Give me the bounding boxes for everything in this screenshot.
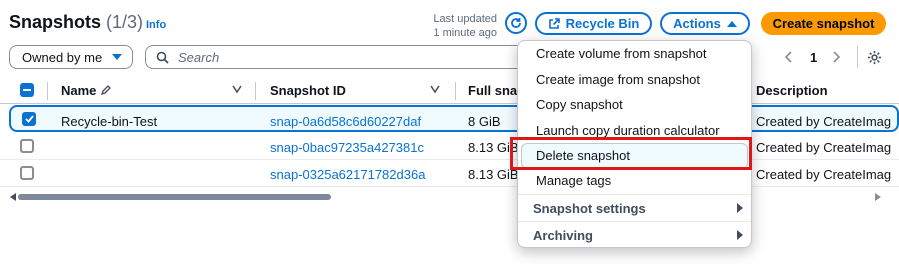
- external-link-icon: [548, 17, 560, 29]
- last-updated: Last updated 1 minute ago: [420, 12, 497, 40]
- minus-icon: [23, 89, 31, 91]
- recycle-bin-button[interactable]: Recycle Bin: [535, 12, 652, 35]
- pager-divider: [857, 46, 858, 68]
- scroll-left-arrow-icon[interactable]: [10, 193, 17, 201]
- row-snapshot-id[interactable]: snap-0325a62171782d36a: [270, 167, 425, 182]
- menu-group-snapshot-settings[interactable]: Snapshot settings: [533, 201, 646, 216]
- page-title: Snapshots (1/3): [9, 12, 143, 33]
- create-snapshot-button[interactable]: Create snapshot: [761, 12, 886, 35]
- search-icon: [156, 51, 169, 64]
- caret-right-icon: [737, 230, 743, 240]
- edit-icon: [101, 85, 111, 96]
- row-checkbox[interactable]: [22, 112, 36, 126]
- row-description: Created by CreateImag: [756, 140, 892, 155]
- caret-down-icon: [112, 54, 122, 60]
- page-title-text: Snapshots: [9, 12, 102, 32]
- row-snapshot-id[interactable]: snap-0a6d58c6d60227daf: [270, 114, 421, 129]
- menu-divider: [518, 194, 751, 195]
- last-updated-value: 1 minute ago: [433, 27, 497, 39]
- info-link[interactable]: Info: [146, 19, 166, 31]
- row-checkbox[interactable]: [20, 139, 34, 153]
- row-full-size: 8 GiB: [468, 114, 501, 129]
- selection-count: (1/3): [106, 12, 144, 32]
- actions-label: Actions: [673, 16, 721, 31]
- table-header: Name Snapshot ID Full snap Description: [0, 77, 899, 104]
- gear-icon[interactable]: [867, 50, 882, 65]
- sort-caret-icon[interactable]: [430, 85, 440, 93]
- search-placeholder: Search: [178, 49, 220, 65]
- column-divider: [47, 82, 48, 100]
- menu-item-manage-tags[interactable]: Manage tags: [536, 173, 611, 188]
- horizontal-scrollbar-thumb[interactable]: [18, 194, 331, 200]
- caret-up-icon: [726, 20, 737, 27]
- actions-button[interactable]: Actions: [660, 12, 750, 35]
- column-divider: [255, 82, 256, 100]
- table-row[interactable]: Recycle-bin-Test snap-0a6d58c6d60227daf …: [9, 105, 899, 132]
- row-description: Created by CreateImag: [756, 167, 892, 182]
- owner-filter-value: Owned by me: [22, 49, 103, 65]
- refresh-button[interactable]: [505, 12, 527, 34]
- menu-group-archiving[interactable]: Archiving: [533, 228, 593, 243]
- caret-right-icon: [737, 203, 743, 213]
- column-header-name[interactable]: Name: [61, 83, 112, 98]
- menu-item-copy-snapshot[interactable]: Copy snapshot: [536, 97, 623, 112]
- recycle-bin-label: Recycle Bin: [565, 16, 640, 31]
- scroll-right-arrow-icon[interactable]: [875, 193, 882, 201]
- menu-item-create-volume[interactable]: Create volume from snapshot: [536, 46, 707, 61]
- table-row[interactable]: snap-0325a62171782d36a 8.13 GiB Created …: [0, 160, 899, 187]
- row-checkbox[interactable]: [20, 166, 34, 180]
- menu-divider: [518, 221, 751, 222]
- last-updated-label: Last updated: [433, 13, 497, 25]
- chevron-left-icon[interactable]: [784, 51, 792, 63]
- owner-filter-select[interactable]: Owned by me: [9, 45, 133, 69]
- select-all-checkbox[interactable]: [20, 83, 34, 97]
- row-snapshot-id[interactable]: snap-0bac97235a427381c: [270, 140, 424, 155]
- table-row[interactable]: snap-0bac97235a427381c 8.13 GiB Created …: [0, 133, 899, 160]
- menu-item-launch-calculator[interactable]: Launch copy duration calculator: [536, 123, 720, 138]
- search-input[interactable]: Search: [145, 45, 535, 69]
- row-name: Recycle-bin-Test: [61, 114, 158, 129]
- menu-item-create-image[interactable]: Create image from snapshot: [536, 72, 700, 87]
- column-header-description[interactable]: Description: [756, 83, 828, 98]
- sort-caret-icon[interactable]: [232, 85, 242, 93]
- check-icon: [24, 115, 34, 123]
- column-divider: [455, 82, 456, 100]
- refresh-icon: [511, 18, 521, 28]
- row-description: Created by CreateImag: [756, 114, 892, 129]
- column-header-snapshot-id[interactable]: Snapshot ID: [270, 83, 346, 98]
- page-number[interactable]: 1: [810, 50, 817, 65]
- chevron-right-icon[interactable]: [833, 51, 841, 63]
- annotation-highlight-box: [510, 137, 752, 170]
